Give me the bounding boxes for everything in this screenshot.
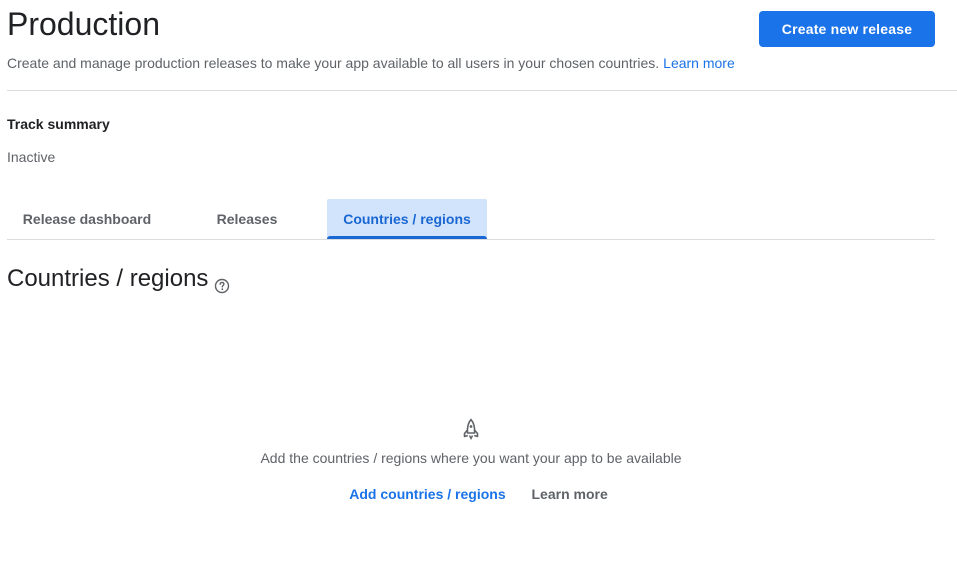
tab-release-dashboard[interactable]: Release dashboard <box>7 199 167 239</box>
header-divider <box>7 90 957 91</box>
empty-state-actions: Add countries / regions Learn more <box>0 486 957 502</box>
tab-releases[interactable]: Releases <box>182 199 312 239</box>
tab-countries-regions[interactable]: Countries / regions <box>327 199 487 239</box>
empty-state <box>0 418 942 445</box>
page-subtitle: Create and manage production releases to… <box>7 55 735 71</box>
tab-bar: Release dashboard Releases Countries / r… <box>7 199 935 240</box>
add-countries-regions-button[interactable]: Add countries / regions <box>349 486 505 502</box>
page-title: Production <box>7 6 160 42</box>
help-circle-icon[interactable] <box>214 273 230 293</box>
rocket-icon <box>461 418 481 441</box>
create-new-release-button[interactable]: Create new release <box>759 11 935 47</box>
track-status: Inactive <box>7 149 56 165</box>
section-title: Countries / regions <box>7 265 230 293</box>
learn-more-button[interactable]: Learn more <box>532 486 608 502</box>
learn-more-link[interactable]: Learn more <box>663 55 735 71</box>
empty-state-message: Add the countries / regions where you wa… <box>260 450 682 466</box>
section-title-text: Countries / regions <box>7 265 209 292</box>
track-summary-label: Track summary <box>7 116 110 132</box>
subtitle-text: Create and manage production releases to… <box>7 55 660 71</box>
